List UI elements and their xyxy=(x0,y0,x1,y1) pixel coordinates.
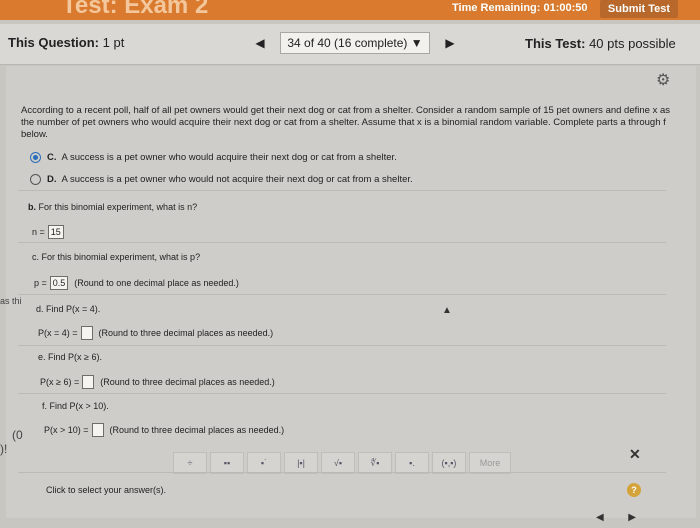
interval-tool-button[interactable]: (▪,▪) xyxy=(432,452,466,474)
mixed-number-tool-button[interactable]: ▪▪ xyxy=(210,452,244,474)
part-b-prompt: b. For this binomial experiment, what is… xyxy=(28,202,197,212)
exam-title: Test: Exam 2 xyxy=(62,0,209,19)
question-counter-text: 34 of 40 (16 complete) xyxy=(287,36,408,50)
question-panel: ⚙ According to a recent poll, half of al… xyxy=(6,66,696,523)
this-question-points: This Question: 1 pt xyxy=(8,35,124,50)
help-icon[interactable]: ? xyxy=(627,483,641,497)
part-d-hint: (Round to three decimal places as needed… xyxy=(98,328,274,338)
fraction-tool-button[interactable]: ÷ xyxy=(173,452,207,474)
math-toolbar: ÷ ▪▪ ▪˙ |▪| √▪ ∜▪ ▪. (▪,▪) More xyxy=(173,452,516,474)
this-question-value: 1 pt xyxy=(102,35,125,50)
part-f-lhs: P(x > 10) = xyxy=(44,425,89,435)
part-d-answer-row: P(x = 4) = (Round to three decimal place… xyxy=(38,326,273,340)
nth-root-tool-button[interactable]: ∜▪ xyxy=(358,452,392,474)
left-edge-text: )! xyxy=(0,442,8,456)
choice-c[interactable]: C. A success is a pet owner who would ac… xyxy=(30,152,397,163)
question-header: This Question: 1 pt ◀ 34 of 40 (16 compl… xyxy=(0,24,700,65)
absolute-value-tool-button[interactable]: |▪| xyxy=(284,452,318,474)
submit-test-button[interactable]: Submit Test xyxy=(600,0,678,18)
left-edge-text: as thi xyxy=(0,296,22,306)
this-test-value: 40 pts possible xyxy=(589,36,676,51)
choice-text: A success is a pet owner who would not a… xyxy=(61,174,413,185)
close-icon[interactable]: ✕ xyxy=(629,446,641,463)
choice-text: A success is a pet owner who would acqui… xyxy=(61,152,397,163)
question-navigator: ◀ 34 of 40 (16 complete) ▼ ▶ xyxy=(252,32,458,54)
part-e-hint: (Round to three decimal places as needed… xyxy=(100,377,275,387)
this-test-label: This Test: xyxy=(525,36,586,51)
this-question-label: This Question: xyxy=(8,35,99,50)
part-e-answer-row: P(x ≥ 6) = (Round to three decimal place… xyxy=(40,375,275,389)
part-c-hint: (Round to one decimal place as needed.) xyxy=(74,278,239,288)
divider xyxy=(18,294,666,295)
divider xyxy=(18,190,666,191)
part-e-lhs: P(x ≥ 6) = xyxy=(40,377,80,387)
divider xyxy=(18,345,666,346)
more-tools-button[interactable]: More xyxy=(469,452,511,474)
part-b-letter: b. xyxy=(28,202,36,212)
p-answer-input[interactable]: 0.5 xyxy=(49,276,69,290)
part-f-hint: (Round to three decimal places as needed… xyxy=(109,425,285,435)
part-c-answer-row: p = 0.5 (Round to one decimal place as n… xyxy=(34,276,239,290)
question-counter-dropdown[interactable]: 34 of 40 (16 complete) ▼ xyxy=(280,32,430,54)
p-x-gt-10-input[interactable] xyxy=(91,423,104,437)
part-c-lhs: p = xyxy=(34,278,47,288)
n-answer-input[interactable]: 15 xyxy=(47,225,64,239)
time-remaining: Time Remaining: 01:00:50 xyxy=(452,2,588,14)
square-root-tool-button[interactable]: √▪ xyxy=(321,452,355,474)
mouse-pointer-icon: ▲ xyxy=(442,305,452,316)
select-answer-message: Click to select your answer(s). xyxy=(46,485,167,495)
part-f-answer-row: P(x > 10) = (Round to three decimal plac… xyxy=(44,423,284,437)
choice-letter: C. xyxy=(47,152,57,163)
decimal-tool-button[interactable]: ▪. xyxy=(395,452,429,474)
divider xyxy=(18,393,666,394)
radio-button-selected[interactable] xyxy=(30,152,41,163)
part-c-prompt: c. For this binomial experiment, what is… xyxy=(32,252,201,262)
prev-question-icon[interactable]: ◀ xyxy=(252,36,268,50)
left-edge-text: (0 xyxy=(12,428,23,442)
divider xyxy=(18,242,666,243)
top-bar: Test: Exam 2 Time Remaining: 01:00:50 Su… xyxy=(0,0,700,20)
p-x-ge-6-input[interactable] xyxy=(82,375,95,389)
question-intro: According to a recent poll, half of all … xyxy=(21,105,671,140)
next-question-icon[interactable]: ▶ xyxy=(442,36,458,50)
this-test-points: This Test: 40 pts possible xyxy=(525,36,676,51)
part-d-lhs: P(x = 4) = xyxy=(38,328,78,338)
part-b-lhs: n = xyxy=(32,227,45,237)
chevron-down-icon: ▼ xyxy=(410,36,423,50)
part-b-text: For this binomial experiment, what is n? xyxy=(38,202,198,212)
exponent-tool-button[interactable]: ▪˙ xyxy=(247,452,281,474)
radio-button[interactable] xyxy=(30,174,41,185)
part-b-answer-row: n = 15 xyxy=(32,225,67,239)
part-d-prompt: d. Find P(x = 4). xyxy=(36,304,101,314)
part-e-prompt: e. Find P(x ≥ 6). xyxy=(38,352,102,362)
choice-letter: D. xyxy=(47,174,57,185)
divider xyxy=(18,472,666,473)
choice-d[interactable]: D. A success is a pet owner who would no… xyxy=(30,174,413,185)
p-x-equals-4-input[interactable] xyxy=(80,326,93,340)
part-f-prompt: f. Find P(x > 10). xyxy=(42,401,109,411)
gear-icon[interactable]: ⚙ xyxy=(656,70,670,90)
